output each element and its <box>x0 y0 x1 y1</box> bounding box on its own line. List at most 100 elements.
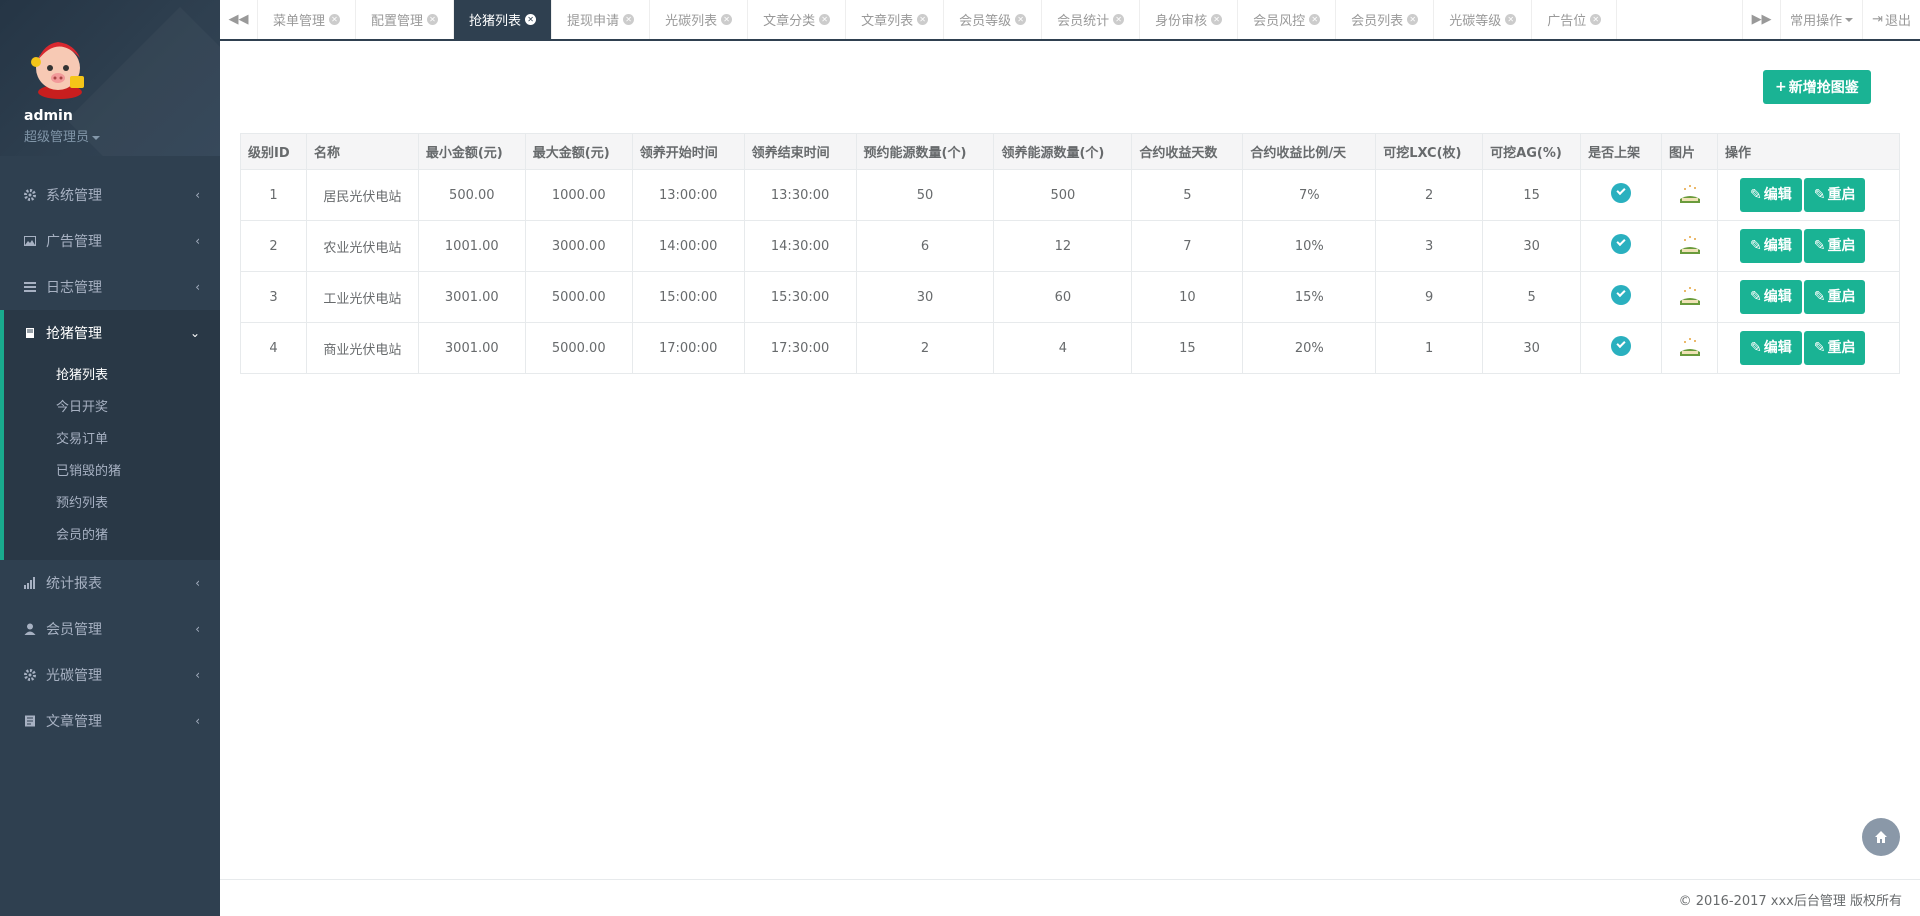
check-circle-icon[interactable] <box>1611 336 1632 356</box>
book-icon <box>24 327 36 339</box>
tab-id-review[interactable]: 身份审核 ✕ <box>1140 0 1239 39</box>
common-ops-label: 常用操作 <box>1790 14 1843 29</box>
close-icon[interactable]: ✕ <box>525 14 537 25</box>
submenu-item-reservations[interactable]: 预约列表 <box>4 488 220 520</box>
col-header[interactable]: 最小金额(元) <box>417 133 526 170</box>
avatar[interactable] <box>24 32 98 102</box>
logout-button[interactable]: ⇥ 退出 <box>1862 0 1920 39</box>
col-header[interactable]: 可挖AG(%) <box>1482 133 1582 170</box>
admin-name[interactable]: admin <box>24 108 220 124</box>
close-icon[interactable]: ✕ <box>1505 14 1517 25</box>
close-icon[interactable]: ✕ <box>1407 14 1419 25</box>
col-header[interactable]: 预约能源数量(个) <box>855 133 995 170</box>
cell-id: 1 <box>240 169 307 221</box>
sidebar-item-ads[interactable]: 广告管理 ‹ <box>0 218 220 264</box>
cell-contract-rate: 10% <box>1242 220 1377 272</box>
col-header[interactable]: 领养结束时间 <box>743 133 857 170</box>
col-header[interactable]: 级别ID <box>240 133 307 170</box>
cell-lxc: 2 <box>1375 169 1484 221</box>
check-circle-icon[interactable] <box>1611 183 1632 203</box>
bar-chart-icon <box>24 577 36 589</box>
check-circle-icon[interactable] <box>1611 285 1632 305</box>
edit-button[interactable]: ✎ 编辑 <box>1739 229 1802 263</box>
document-icon <box>24 715 36 727</box>
submenu-item-pig-list[interactable]: 抢猪列表 <box>4 360 220 392</box>
edit-button[interactable]: ✎ 编辑 <box>1739 331 1802 365</box>
restart-button[interactable]: ✎ 重启 <box>1803 331 1866 365</box>
sidebar-item-articles[interactable]: 文章管理 ‹ <box>0 698 220 744</box>
col-header[interactable]: 是否上架 <box>1580 133 1663 170</box>
chevron-down-icon: ⌄ <box>189 326 200 340</box>
submenu-item-member-pigs[interactable]: 会员的猪 <box>4 520 220 552</box>
station-thumbnail[interactable] <box>1676 183 1704 207</box>
table-row: 1 居民光伏电站 500.00 1000.00 13:00:00 13:30:0… <box>240 169 1901 221</box>
table-header-row: 级别ID 名称 最小金额(元) 最大金额(元) 领养开始时间 领养结束时间 预约… <box>240 133 1901 170</box>
tab-carbon-list[interactable]: 光碳列表 ✕ <box>650 0 749 39</box>
add-button-label: 新增抢图鉴 <box>1788 80 1859 96</box>
tab-member-level[interactable]: 会员等级 ✕ <box>944 0 1043 39</box>
col-header[interactable]: 领养能源数量(个) <box>993 133 1133 170</box>
add-pig-button[interactable]: + 新增抢图鉴 <box>1763 70 1871 104</box>
sidebar-item-members[interactable]: 会员管理 ‹ <box>0 606 220 652</box>
sidebar-item-pig[interactable]: 抢猪管理 ⌄ <box>0 310 220 356</box>
double-chevron-left-icon: ◀◀ <box>228 12 249 27</box>
sidebar-item-logs[interactable]: 日志管理 ‹ <box>0 264 220 310</box>
tab-config-manage[interactable]: 配置管理 ✕ <box>356 0 455 39</box>
tab-label: 会员等级 <box>959 14 1012 29</box>
close-icon[interactable]: ✕ <box>329 14 341 25</box>
tab-scroll-left-button[interactable]: ◀◀ <box>220 0 258 39</box>
cell-ag: 15 <box>1482 169 1582 221</box>
col-header[interactable]: 可挖LXC(枚) <box>1375 133 1484 170</box>
close-icon[interactable]: ✕ <box>427 14 439 25</box>
close-icon[interactable]: ✕ <box>1015 14 1027 25</box>
common-ops-dropdown[interactable]: 常用操作 <box>1780 0 1862 39</box>
sidebar-item-stats[interactable]: 统计报表 ‹ <box>0 560 220 606</box>
tab-member-list[interactable]: 会员列表 ✕ <box>1336 0 1435 39</box>
cell-adopt-energy: 12 <box>993 220 1133 272</box>
restart-button[interactable]: ✎ 重启 <box>1803 229 1866 263</box>
col-header[interactable]: 图片 <box>1661 133 1718 170</box>
cell-start-time: 14:00:00 <box>631 220 745 272</box>
home-button[interactable] <box>1862 818 1900 856</box>
tab-article-list[interactable]: 文章列表 ✕ <box>846 0 945 39</box>
tab-ad-position[interactable]: 广告位 ✕ <box>1532 0 1618 39</box>
submenu-item-today-draw[interactable]: 今日开奖 <box>4 392 220 424</box>
tab-member-risk[interactable]: 会员风控 ✕ <box>1238 0 1337 39</box>
close-icon[interactable]: ✕ <box>721 14 733 25</box>
edit-button[interactable]: ✎ 编辑 <box>1739 280 1802 314</box>
restart-button[interactable]: ✎ 重启 <box>1803 280 1866 314</box>
station-thumbnail[interactable] <box>1676 285 1704 309</box>
col-header[interactable]: 操作 <box>1716 133 1901 170</box>
tab-carbon-level[interactable]: 光碳等级 ✕ <box>1434 0 1533 39</box>
admin-role-dropdown[interactable]: 超级管理员 <box>24 126 220 145</box>
station-thumbnail[interactable] <box>1676 234 1704 258</box>
col-header[interactable]: 最大金额(元) <box>524 133 633 170</box>
col-header[interactable]: 合约收益比例/天 <box>1242 133 1377 170</box>
close-icon[interactable]: ✕ <box>623 14 635 25</box>
close-icon[interactable]: ✕ <box>1211 14 1223 25</box>
sidebar-item-carbon[interactable]: 光碳管理 ‹ <box>0 652 220 698</box>
close-icon[interactable]: ✕ <box>1309 14 1321 25</box>
tab-pig-list[interactable]: 抢猪列表 ✕ <box>454 0 553 39</box>
restart-label: 重启 <box>1827 187 1856 203</box>
close-icon[interactable]: ✕ <box>917 14 929 25</box>
tab-article-category[interactable]: 文章分类 ✕ <box>748 0 847 39</box>
station-thumbnail[interactable] <box>1676 336 1704 360</box>
edit-button[interactable]: ✎ 编辑 <box>1739 178 1802 212</box>
close-icon[interactable]: ✕ <box>819 14 831 25</box>
sidebar-item-system[interactable]: 系统管理 ‹ <box>0 172 220 218</box>
submenu-item-trade-orders[interactable]: 交易订单 <box>4 424 220 456</box>
check-circle-icon[interactable] <box>1611 234 1632 254</box>
profile-panel: admin 超级管理员 <box>0 0 220 156</box>
col-header[interactable]: 名称 <box>305 133 419 170</box>
tab-member-stats[interactable]: 会员统计 ✕ <box>1042 0 1141 39</box>
submenu-item-destroyed-pigs[interactable]: 已销毁的猪 <box>4 456 220 488</box>
restart-button[interactable]: ✎ 重启 <box>1803 178 1866 212</box>
close-icon[interactable]: ✕ <box>1113 14 1125 25</box>
tab-scroll-right-button[interactable]: ▶▶ <box>1742 0 1780 39</box>
col-header[interactable]: 合约收益天数 <box>1131 133 1244 170</box>
tab-withdraw[interactable]: 提现申请 ✕ <box>552 0 651 39</box>
col-header[interactable]: 领养开始时间 <box>631 133 745 170</box>
close-icon[interactable]: ✕ <box>1590 14 1602 25</box>
tab-menu-manage[interactable]: 菜单管理 ✕ <box>258 0 357 39</box>
